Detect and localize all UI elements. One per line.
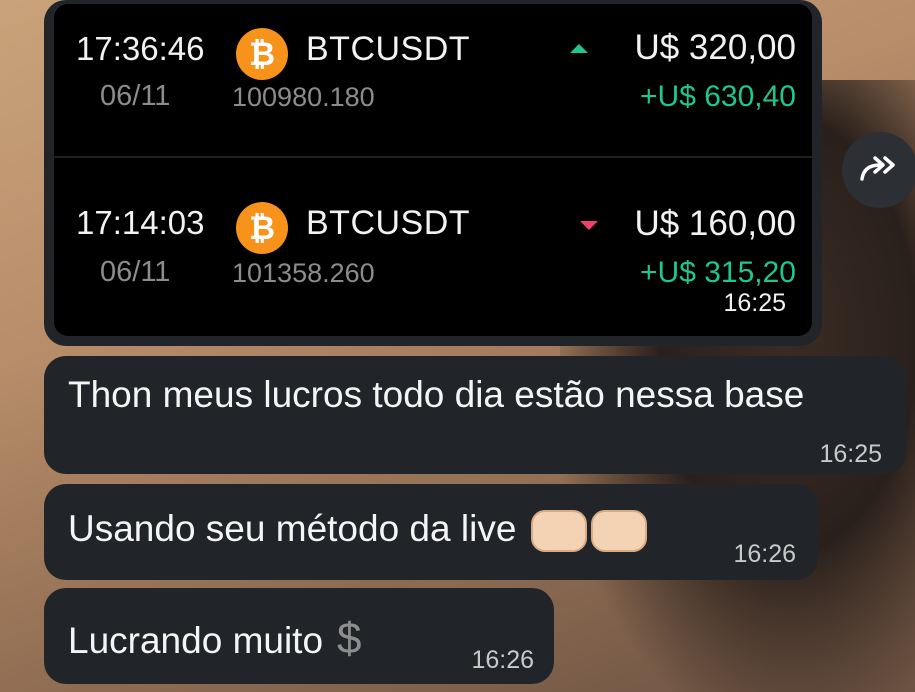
message-text: Thon meus lucros todo dia estão nessa ba… [68, 374, 805, 415]
message-text: Lucrando muito [68, 620, 324, 661]
trade-date: 06/11 [100, 80, 171, 112]
message-text: Usando seu método da live [68, 508, 517, 549]
arrow-up-icon [570, 44, 588, 53]
trade-profit: +U$ 630,40 [640, 80, 796, 113]
fist-bump-emoji-left [530, 510, 587, 553]
heavy-dollar-sign-emoji: $ [337, 614, 362, 663]
message-text-row: Lucrando muito $ [68, 614, 362, 664]
divider [54, 156, 812, 158]
trade-amount: U$ 320,00 [634, 28, 796, 67]
trade-time: 17:14:03 [76, 204, 205, 241]
fist-bump-emoji-right [590, 510, 647, 553]
message-bubble[interactable]: Thon meus lucros todo dia estão nessa ba… [44, 356, 906, 474]
message-bubble[interactable]: Usando seu método da live 16:26 [44, 484, 818, 580]
message-timestamp: 16:26 [471, 646, 534, 674]
trade-price: 100980.180 [232, 82, 375, 112]
media-message-bubble[interactable]: 17:36:46 06/11 ₿ BTCUSDT 100980.180 U$ 3… [44, 0, 822, 346]
message-timestamp: 16:26 [733, 540, 796, 568]
bitcoin-icon: ₿ [236, 28, 288, 80]
forward-button[interactable] [842, 132, 915, 208]
trade-pair: BTCUSDT [306, 204, 471, 242]
trade-pair: BTCUSDT [306, 30, 471, 68]
trade-profit: +U$ 315,20 [640, 256, 796, 289]
trade-row: 17:14:03 06/11 ₿ BTCUSDT 101358.260 U$ 1… [54, 160, 812, 310]
trade-price: 101358.260 [232, 258, 375, 288]
double-arrow-forward-icon [860, 156, 895, 181]
message-text-row: Usando seu método da live [68, 508, 647, 553]
message-timestamp: 16:25 [819, 440, 882, 468]
message-timestamp: 16:25 [723, 289, 786, 317]
bitcoin-icon: ₿ [236, 202, 288, 254]
trade-amount: U$ 160,00 [634, 204, 796, 243]
message-bubble[interactable]: Lucrando muito $ 16:26 [44, 588, 554, 684]
arrow-down-icon [580, 221, 598, 230]
trade-date: 06/11 [100, 256, 171, 288]
trade-time: 17:36:46 [76, 30, 205, 67]
trade-row: 17:36:46 06/11 ₿ BTCUSDT 100980.180 U$ 3… [54, 4, 812, 154]
trade-history-image[interactable]: 17:36:46 06/11 ₿ BTCUSDT 100980.180 U$ 3… [54, 4, 812, 336]
